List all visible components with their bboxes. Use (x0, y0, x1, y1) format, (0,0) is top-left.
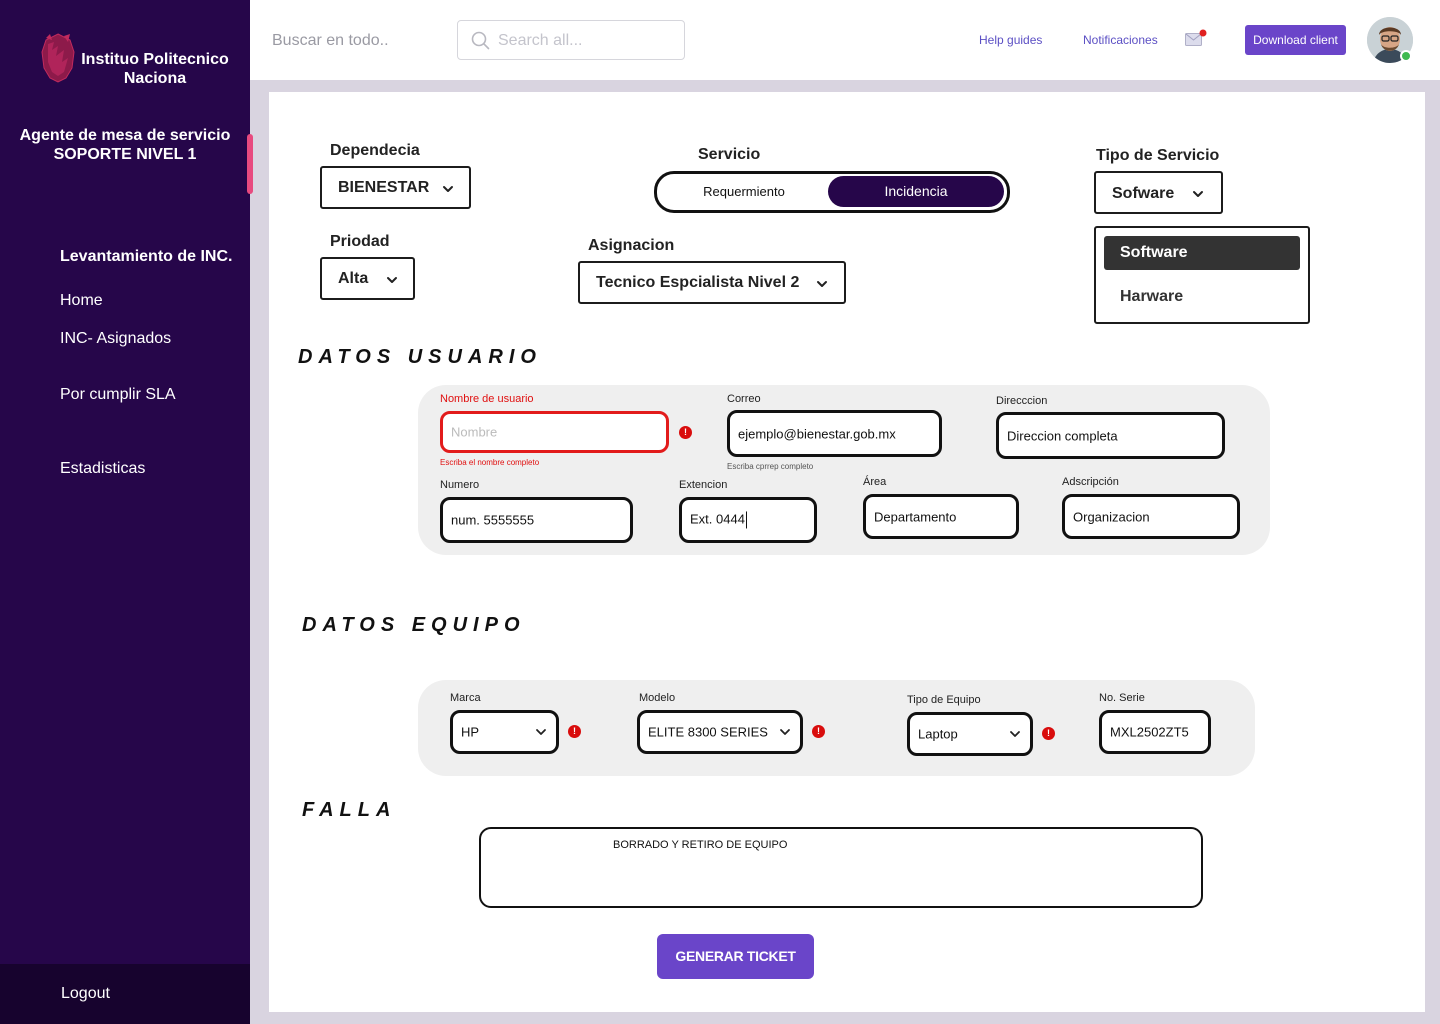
error-icon: ! (1042, 727, 1055, 740)
text-cursor (745, 511, 747, 529)
chevron-down-icon (780, 729, 790, 735)
sidebar-item-estadisticas[interactable]: Estadisticas (60, 460, 145, 478)
chevron-down-icon (536, 729, 546, 735)
error-icon: ! (812, 725, 825, 738)
tipo-servicio-value: Sofware (1112, 185, 1175, 202)
serie-label: No. Serie (1099, 692, 1145, 704)
marca-label: Marca (450, 692, 481, 704)
nombre-input[interactable]: Nombre (440, 411, 669, 453)
sidebar-item-levantamiento[interactable]: Levantamiento de INC. (60, 248, 232, 266)
marca-select[interactable]: HP (450, 710, 559, 754)
dependencia-value: BIENESTAR (338, 179, 430, 196)
dependencia-dropdown[interactable]: BIENESTAR (320, 166, 471, 209)
error-icon: ! (679, 426, 692, 439)
agent-role-title: Agente de mesa de servicio (19, 127, 231, 144)
extension-value-wrap: Ext. 0444 (690, 511, 747, 529)
tipo-equipo-value: Laptop (918, 726, 958, 742)
direccion-label: Direcccion (996, 395, 1048, 407)
chevron-down-icon (1010, 731, 1020, 737)
top-bar: Buscar en todo.. Search all... Help guid… (250, 0, 1440, 80)
tipo-equipo-label: Tipo de Equipo (907, 694, 981, 706)
falla-heading: FALLA (302, 799, 397, 821)
help-guides-link[interactable]: Help guides (979, 33, 1042, 47)
agent-role: Agente de mesa de servicio SOPORTE NIVEL… (0, 126, 250, 164)
area-label: Área (863, 476, 887, 488)
adscripcion-label: Adscripción (1062, 476, 1119, 488)
servicio-option-incidencia[interactable]: Incidencia (828, 176, 1004, 207)
prioridad-dropdown[interactable]: Alta (320, 257, 415, 300)
chevron-down-icon (817, 281, 827, 287)
agent-role-level: SOPORTE NIVEL 1 (53, 146, 197, 163)
servicio-option-requerimiento[interactable]: Requermiento (660, 176, 828, 207)
menu-item-software[interactable]: Software (1104, 236, 1300, 270)
servicio-toggle: Requermiento Incidencia (654, 171, 1010, 213)
menu-item-hardware[interactable]: Harware (1104, 280, 1300, 314)
extension-value: Ext. 0444 (690, 511, 745, 527)
modelo-select[interactable]: ELITE 8300 SERIES (637, 710, 803, 754)
numero-label: Numero (440, 479, 480, 491)
direccion-value: Direccion completa (1007, 428, 1118, 443)
datos-usuario-heading: DATOS USUARIO (298, 346, 542, 368)
numero-input[interactable]: num. 5555555 (440, 497, 633, 543)
adscripcion-value: Organizacion (1073, 509, 1150, 524)
main-form-card: Dependecia BIENESTAR Servicio Requermien… (269, 92, 1425, 1012)
notifications-link[interactable]: Notificaciones (1083, 33, 1158, 47)
prioridad-value: Alta (338, 270, 369, 287)
nombre-placeholder: Nombre (451, 424, 498, 440)
sidebar-item-por-cumplir-sla[interactable]: Por cumplir SLA (60, 386, 176, 404)
nombre-error-message: Escriba el nombre completo (440, 458, 540, 467)
prioridad-label: Priodad (330, 233, 390, 250)
active-indicator (247, 134, 253, 194)
falla-value: BORRADO Y RETIRO DE EQUIPO (613, 839, 788, 851)
numero-value: num. 5555555 (451, 512, 535, 528)
tipo-servicio-label: Tipo de Servicio (1096, 147, 1220, 164)
search-input[interactable]: Search all... (457, 20, 685, 60)
extension-input[interactable]: Ext. 0444 (679, 497, 817, 543)
generar-ticket-button[interactable]: GENERAR TICKET (657, 934, 814, 979)
search-placeholder: Search all... (498, 32, 583, 49)
chevron-down-icon (1193, 191, 1203, 197)
tipo-servicio-dropdown[interactable]: Sofware (1094, 171, 1223, 214)
tipo-equipo-select[interactable]: Laptop (907, 712, 1033, 756)
search-icon (471, 31, 490, 50)
chevron-down-icon (387, 277, 397, 283)
serie-value: MXL2502ZT5 (1110, 724, 1189, 740)
extension-label: Extencion (679, 479, 728, 491)
asignacion-value: Tecnico Espcialista Nivel 2 (596, 274, 800, 291)
error-icon: ! (568, 725, 581, 738)
online-status-dot (1400, 50, 1412, 62)
notification-dot-icon (1199, 29, 1207, 37)
ipn-logo (41, 33, 75, 83)
correo-hint: Escriba cprrep completo (727, 462, 814, 471)
datos-equipo-heading: DATOS EQUIPO (302, 614, 526, 636)
sidebar-item-home[interactable]: Home (60, 292, 103, 310)
logout-bar (0, 964, 250, 1024)
correo-input[interactable]: ejemplo@bienestar.gob.mx (727, 410, 942, 457)
direccion-input[interactable]: Direccion completa (996, 412, 1225, 459)
modelo-label: Modelo (639, 692, 676, 704)
chevron-down-icon (443, 186, 453, 192)
search-hint: Buscar en todo.. (272, 32, 389, 49)
sidebar: Instituo Politecnico Naciona Agente de m… (0, 0, 250, 1024)
download-client-button[interactable]: Download client (1245, 25, 1346, 55)
falla-textarea[interactable]: BORRADO Y RETIRO DE EQUIPO (479, 827, 1203, 908)
correo-value: ejemplo@bienestar.gob.mx (738, 426, 896, 441)
servicio-label: Servicio (698, 146, 761, 163)
logout-button[interactable]: Logout (61, 985, 110, 1003)
correo-label: Correo (727, 393, 761, 405)
marca-value: HP (461, 724, 480, 740)
area-value: Departamento (874, 509, 957, 524)
nombre-label: Nombre de usuario (440, 393, 534, 405)
asignacion-label: Asignacion (588, 237, 675, 254)
institution-name: Instituo Politecnico Naciona (81, 51, 229, 87)
area-input[interactable]: Departamento (863, 494, 1019, 539)
adscripcion-input[interactable]: Organizacion (1062, 494, 1240, 539)
modelo-value: ELITE 8300 SERIES (648, 724, 768, 740)
serie-input[interactable]: MXL2502ZT5 (1099, 710, 1211, 754)
tipo-servicio-menu: Software Harware (1094, 226, 1310, 324)
sidebar-item-inc-asignados[interactable]: INC- Asignados (60, 330, 171, 348)
asignacion-dropdown[interactable]: Tecnico Espcialista Nivel 2 (578, 261, 846, 304)
dependencia-label: Dependecia (330, 142, 420, 159)
